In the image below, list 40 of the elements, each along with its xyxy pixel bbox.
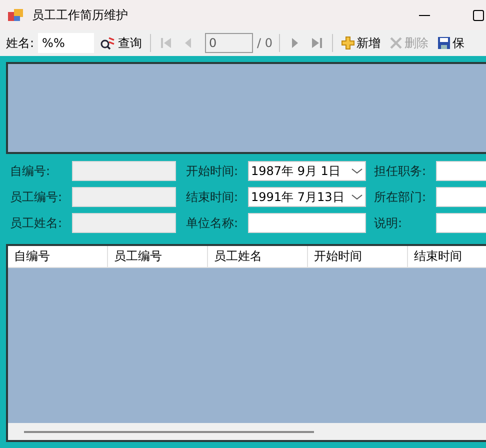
column-header[interactable]: 开始时间	[308, 246, 408, 268]
text-field[interactable]	[72, 187, 176, 207]
text-field[interactable]	[436, 161, 486, 181]
horizontal-scrollbar-icon[interactable]	[24, 430, 314, 434]
field-label: 所在部门:	[374, 188, 428, 206]
field-label: 担任职务:	[374, 162, 428, 180]
field-label: 开始时间:	[186, 162, 240, 180]
plus-icon	[340, 36, 355, 50]
search-icon	[100, 36, 116, 50]
text-field[interactable]	[436, 213, 486, 233]
add-button[interactable]: 新增	[338, 32, 383, 54]
chevron-down-icon	[349, 166, 365, 176]
text-field[interactable]	[436, 187, 486, 207]
record-count: / 0	[257, 36, 273, 50]
window-title: 员工工作简历维护	[32, 6, 129, 24]
date-picker[interactable]: 1991年 7月13日	[248, 187, 366, 207]
text-field[interactable]	[72, 213, 176, 233]
maximize-icon[interactable]	[473, 10, 484, 20]
app-icon	[8, 8, 24, 22]
close-icon	[388, 36, 403, 50]
name-label: 姓名:	[6, 34, 34, 52]
column-header[interactable]: 自编号	[8, 246, 108, 268]
field-label: 说明:	[374, 214, 404, 232]
field-label: 员工编号:	[10, 188, 64, 206]
column-header[interactable]: 员工姓名	[208, 246, 308, 268]
field-label: 自编号:	[10, 162, 52, 180]
text-field[interactable]	[72, 161, 176, 181]
last-icon	[310, 36, 324, 50]
field-label: 结束时间:	[186, 188, 240, 206]
chevron-down-icon	[349, 192, 365, 202]
save-button[interactable]: 保	[434, 32, 467, 54]
first-icon	[159, 36, 174, 50]
field-label: 员工姓名:	[10, 214, 64, 232]
position-field[interactable]: 0	[205, 33, 254, 53]
search-button[interactable]: 查询	[98, 32, 144, 54]
field-label: 单位名称:	[186, 214, 240, 232]
name-field[interactable]: %%	[38, 33, 94, 53]
text-field[interactable]	[248, 213, 366, 233]
column-header[interactable]: 员工编号	[108, 246, 208, 268]
date-picker[interactable]: 1987年 9月 1日	[248, 161, 366, 181]
